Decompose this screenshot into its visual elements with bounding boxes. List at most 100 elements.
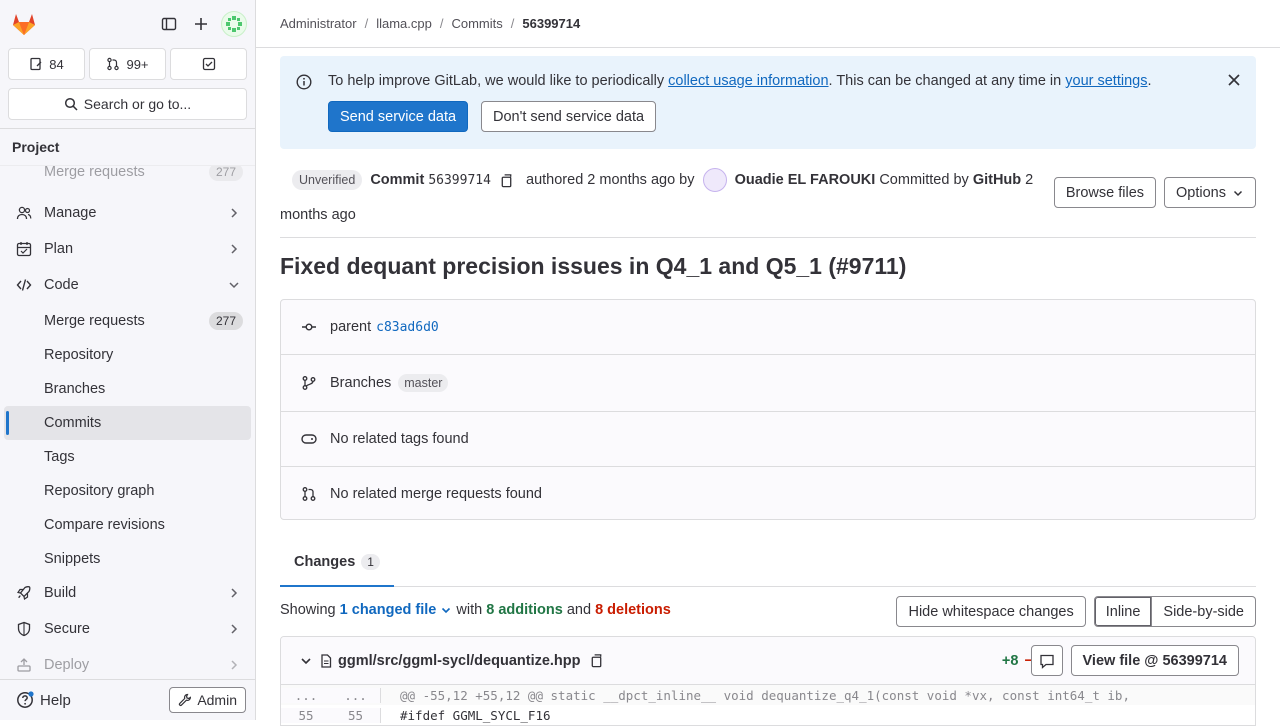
- your-settings-link[interactable]: your settings: [1065, 73, 1147, 89]
- sidebar-item-label: Commits: [44, 415, 102, 431]
- sidebar-item-merge-requests[interactable]: Merge requests 277: [4, 304, 251, 338]
- tab-label: Changes: [294, 553, 356, 570]
- merge-requests-count: 99+: [126, 56, 149, 72]
- breadcrumb-item-project[interactable]: llama.cpp: [376, 16, 432, 31]
- help-label: Help: [40, 691, 71, 709]
- admin-button[interactable]: Admin: [169, 687, 246, 713]
- create-new-icon[interactable]: [185, 8, 217, 40]
- sidebar-item-branches[interactable]: Branches: [4, 372, 251, 406]
- tag-icon: [301, 434, 317, 444]
- branch-badge[interactable]: master: [398, 374, 449, 392]
- dont-send-service-data-button[interactable]: Don't send service data: [481, 101, 657, 132]
- merge-requests-row: No related merge requests found: [281, 467, 1255, 520]
- view-file-button[interactable]: View file @ 56399714: [1070, 645, 1239, 676]
- sidebar-item-label: Repository graph: [44, 483, 155, 499]
- side-by-side-view-button[interactable]: Side-by-side: [1152, 596, 1256, 627]
- breadcrumb-item-administrator[interactable]: Administrator: [280, 16, 357, 31]
- chevron-right-icon: [231, 244, 238, 254]
- wrench-icon: [179, 693, 192, 707]
- merge-requests-badge: 277: [208, 166, 243, 181]
- close-icon[interactable]: [1226, 72, 1242, 88]
- comment-icon: [1039, 654, 1054, 669]
- alert-text: . This can be changed at any time in: [828, 73, 1066, 89]
- diff-file-path[interactable]: ggml/src/ggml-sycl/dequantize.hpp: [338, 653, 581, 669]
- author-avatar[interactable]: [702, 168, 727, 193]
- send-service-data-button[interactable]: Send service data: [328, 101, 469, 132]
- sidebar-item-compare-revisions[interactable]: Compare revisions: [4, 508, 251, 542]
- sidebar-item-label: Merge requests: [44, 313, 145, 329]
- page-title: Fixed dequant precision issues in Q4_1 a…: [280, 253, 907, 279]
- sidebar-item-secure[interactable]: Secure: [4, 612, 251, 646]
- alert-text: .: [1147, 73, 1152, 89]
- sidebar-item-tags[interactable]: Tags: [4, 440, 251, 474]
- old-line-number[interactable]: ...: [281, 687, 331, 703]
- code-icon: [16, 279, 32, 291]
- unverified-badge[interactable]: Unverified: [292, 170, 363, 191]
- main-content: To help improve GitLab, we would like to…: [280, 48, 1256, 726]
- sidebar-item-repository-graph[interactable]: Repository graph: [4, 474, 251, 508]
- copy-icon[interactable]: [589, 653, 604, 668]
- sidebar-item-repository[interactable]: Repository: [4, 338, 251, 372]
- sidebar-item-commits[interactable]: Commits: [4, 406, 251, 440]
- calendar-icon: [16, 242, 32, 257]
- todos-button[interactable]: [170, 48, 247, 80]
- diff-file-header: ggml/src/ggml-sycl/dequantize.hpp +8−8 V…: [281, 637, 1255, 685]
- tags-text: No related tags found: [330, 431, 469, 447]
- sidebar-item-deploy[interactable]: Deploy: [4, 648, 251, 679]
- toggle-sidebar-icon[interactable]: [153, 8, 185, 40]
- new-line-number[interactable]: 55: [331, 707, 381, 723]
- hide-whitespace-button[interactable]: Hide whitespace changes: [896, 596, 1086, 627]
- user-avatar[interactable]: [221, 11, 247, 37]
- file-additions: +8: [1001, 653, 1019, 669]
- chevron-right-icon: [231, 208, 238, 218]
- diff-file: ggml/src/ggml-sycl/dequantize.hpp +8−8 V…: [280, 636, 1256, 726]
- parent-sha-link[interactable]: c83ad6d0: [376, 320, 439, 335]
- issues-count: 84: [49, 56, 64, 72]
- sidebar-item-merge-requests-faded[interactable]: Merge requests 277: [4, 166, 251, 189]
- chevron-down-icon[interactable]: [299, 654, 313, 668]
- help-icon: [17, 691, 34, 708]
- sidebar-item-manage[interactable]: Manage: [4, 196, 251, 230]
- breadcrumb-item-commits[interactable]: Commits: [451, 16, 502, 31]
- sidebar-item-plan[interactable]: Plan: [4, 232, 251, 266]
- old-line-number[interactable]: 55: [281, 707, 331, 723]
- tab-changes[interactable]: Changes 1: [280, 538, 394, 587]
- search-button[interactable]: Search or go to...: [8, 88, 247, 120]
- tabs: Changes 1: [280, 538, 1256, 587]
- sidebar-nav: Merge requests 277 Manage Plan Code Merg…: [0, 165, 255, 679]
- merge-requests-count-button[interactable]: 99+: [89, 48, 166, 80]
- merge-requests-badge: 277: [208, 312, 243, 330]
- comment-button[interactable]: [1030, 645, 1063, 676]
- commit-sha: 56399714: [428, 173, 491, 188]
- sidebar-item-code[interactable]: Code: [4, 268, 251, 302]
- sidebar-item-label: Compare revisions: [44, 517, 165, 533]
- diff-stats-summary: Showing 1 changed file with 8 additions …: [280, 602, 671, 618]
- users-icon: [16, 206, 32, 220]
- author-name[interactable]: Ouadie EL FAROUKI: [735, 172, 876, 188]
- browse-files-button[interactable]: Browse files: [1053, 177, 1157, 208]
- breadcrumb-item-current[interactable]: 56399714: [522, 16, 580, 31]
- copy-icon[interactable]: [499, 173, 514, 188]
- commit-header: Unverified Commit 56399714 authored 2 mo…: [280, 163, 1040, 232]
- issues-count-button[interactable]: 84: [8, 48, 85, 80]
- file-icon: [321, 653, 332, 668]
- collect-usage-link[interactable]: collect usage information: [668, 73, 828, 89]
- inline-view-button[interactable]: Inline: [1093, 596, 1153, 627]
- search-icon: [64, 97, 78, 111]
- new-line-number[interactable]: ...: [331, 687, 381, 703]
- sidebar-item-label: Deploy: [44, 657, 90, 673]
- breadcrumb-separator: /: [364, 16, 369, 31]
- commit-actions: Browse files Options: [1053, 177, 1256, 208]
- help-button[interactable]: Help: [16, 691, 71, 709]
- issues-icon: [30, 57, 42, 71]
- sidebar-item-build[interactable]: Build: [4, 576, 251, 610]
- committer-name[interactable]: GitHub: [973, 172, 1021, 188]
- gitlab-logo-icon[interactable]: [10, 10, 38, 38]
- diff-line: ...... @@ -55,12 +55,12 @@ static __dpct_…: [281, 685, 1255, 705]
- sidebar-item-label: Tags: [44, 449, 75, 465]
- sidebar-item-snippets[interactable]: Snippets: [4, 542, 251, 576]
- committed-by-text: Committed by: [879, 172, 969, 188]
- options-dropdown[interactable]: Options: [1164, 177, 1256, 208]
- changed-files-dropdown[interactable]: 1 changed file: [340, 602, 453, 618]
- and-text: and: [566, 602, 592, 618]
